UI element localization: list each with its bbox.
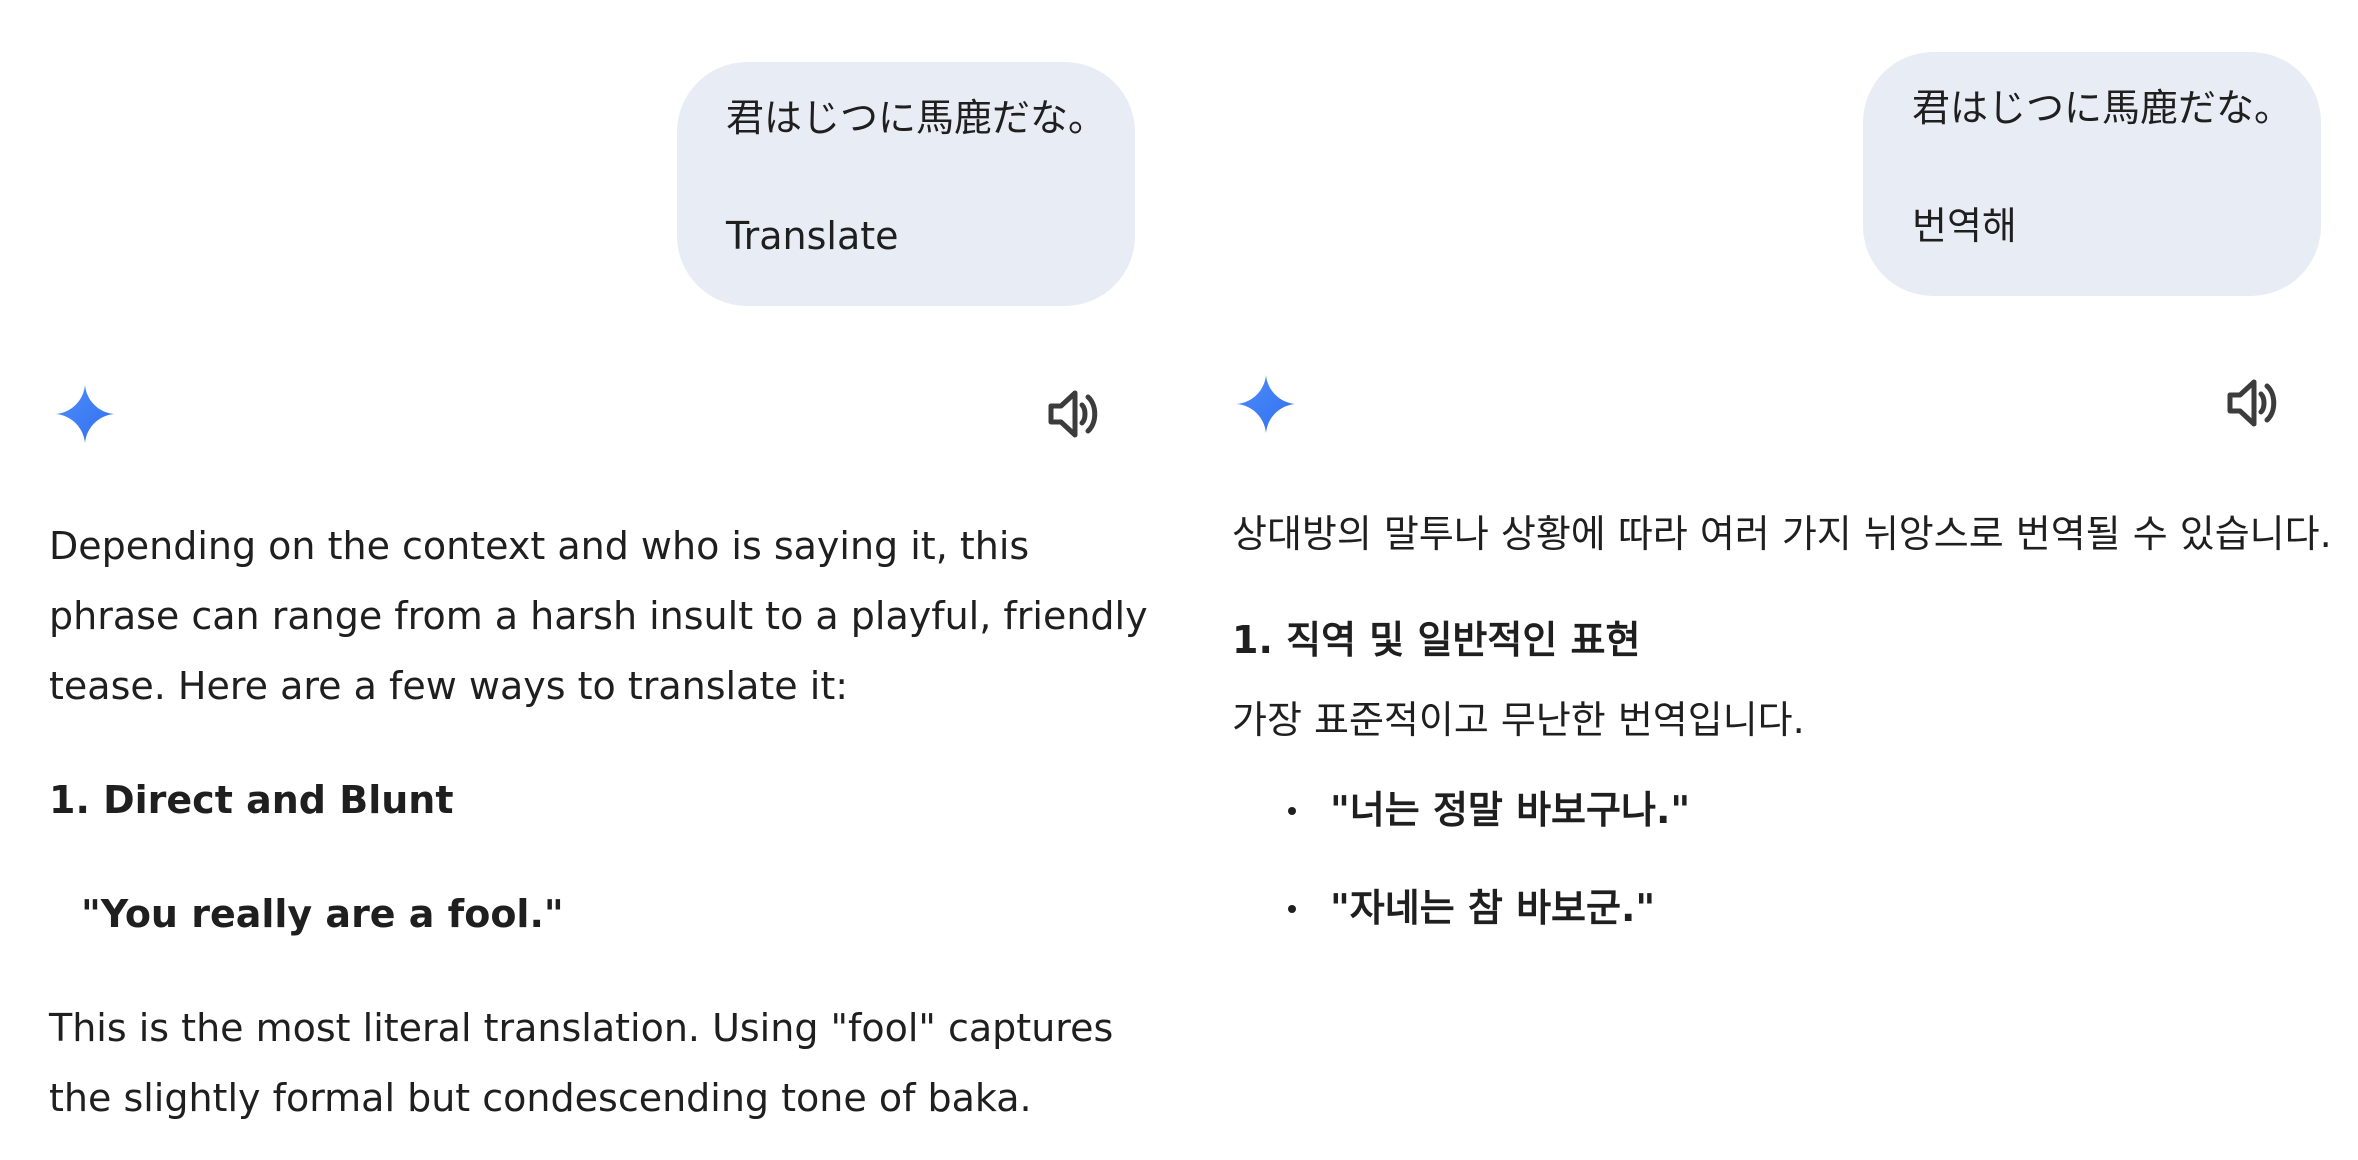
user-message-line-2: Translate	[726, 214, 899, 258]
assistant-response: Depending on the context and who is sayi…	[49, 511, 1149, 1133]
section-heading: 1. Direct and Blunt	[49, 778, 454, 822]
user-message-line-2: 번역해	[1912, 204, 2017, 248]
bullet-dot	[1288, 905, 1296, 913]
speaker-volume-icon[interactable]	[1045, 384, 1105, 444]
list-item: "너는 정말 바보구나."	[1232, 775, 2332, 845]
translation-list: "너는 정말 바보구나." "자네는 참 바보군."	[1232, 775, 2332, 943]
list-item-text: "자네는 참 바보군."	[1330, 886, 1656, 930]
user-message-line-1: 君はじつに馬鹿だな。	[726, 96, 1107, 140]
assistant-response: 상대방의 말투나 상황에 따라 여러 가지 뉘앙스로 번역될 수 있습니다. 1…	[1232, 499, 2332, 971]
section-heading: 1. 직역 및 일반적인 표현	[1232, 618, 1641, 662]
section-explanation: 가장 표준적이고 무난한 번역입니다.	[1232, 698, 1805, 742]
translation-quote: "You really are a fool."	[81, 892, 564, 936]
response-intro: 상대방의 말투나 상황에 따라 여러 가지 뉘앙스로 번역될 수 있습니다.	[1232, 512, 2332, 556]
gemini-sparkle-icon	[55, 384, 115, 444]
user-message-line-1: 君はじつに馬鹿だな。	[1912, 86, 2293, 130]
speaker-volume-icon[interactable]	[2224, 373, 2284, 433]
user-message-bubble: 君はじつに馬鹿だな。 번역해	[1863, 52, 2321, 296]
list-item: "자네는 참 바보군."	[1232, 873, 2332, 943]
bullet-dot	[1288, 807, 1296, 815]
user-message-bubble: 君はじつに馬鹿だな。 Translate	[677, 62, 1135, 306]
chat-panel-english: 君はじつに馬鹿だな。 Translate Depending on the co…	[0, 0, 1179, 1160]
list-item-text: "너는 정말 바보구나."	[1330, 788, 1691, 832]
section-explanation: This is the most literal translation. Us…	[49, 1006, 1114, 1120]
response-intro: Depending on the context and who is sayi…	[49, 524, 1148, 708]
gemini-sparkle-icon	[1236, 374, 1296, 434]
chat-panel-korean: 君はじつに馬鹿だな。 번역해 상대방의 말투나 상황에 따라 여러 가지 뉘앙스…	[1179, 0, 2358, 1160]
